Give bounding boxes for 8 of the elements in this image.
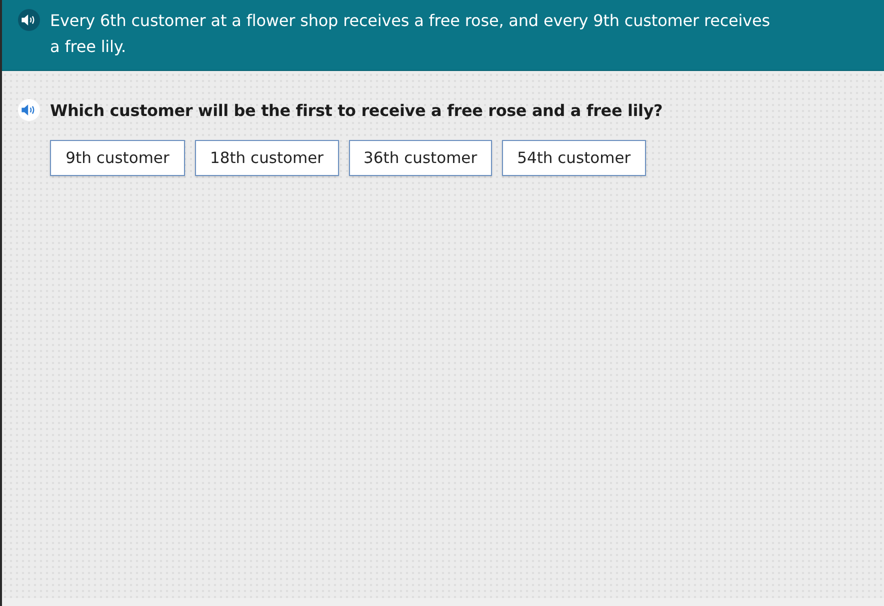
answer-choice[interactable]: 36th customer [348,140,492,176]
answer-choice[interactable]: 9th customer [50,140,185,176]
answer-choice[interactable]: 18th customer [195,140,339,176]
prompt-text: Every 6th customer at a flower shop receives a free rose, and every 9th customer receives a free lily. [50,10,770,58]
question-text: Which customer will be the first to receive a free rose and a free lily? [50,100,663,120]
answer-choice[interactable]: 54th customer [502,140,646,176]
speaker-icon[interactable] [18,9,40,31]
speaker-icon[interactable] [18,99,40,121]
